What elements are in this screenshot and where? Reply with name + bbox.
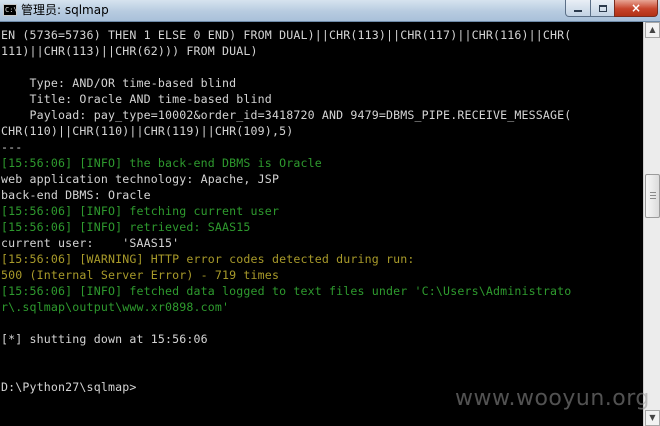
- console-line: back-end DBMS: Oracle: [1, 188, 151, 202]
- maximize-icon: [598, 4, 607, 12]
- console-line: Type: AND/OR time-based blind: [1, 76, 237, 90]
- console-line: [15:56:06] [INFO] retrieved: SAAS15: [1, 220, 251, 234]
- console-line: Payload: pay_type=10002&order_id=3418720…: [1, 108, 572, 122]
- window-title: 管理员: sqlmap: [21, 3, 109, 17]
- console-line: [15:56:06] [WARNING] HTTP error codes de…: [1, 252, 415, 266]
- console-line: [*] shutting down at 15:56:06: [1, 332, 208, 346]
- maximize-button[interactable]: [590, 0, 615, 17]
- grip-line: [650, 192, 656, 193]
- console-line: 111)||CHR(113)||CHR(62))) FROM DUAL): [1, 44, 258, 58]
- console-output[interactable]: EN (5736=5736) THEN 1 ELSE 0 END) FROM D…: [0, 27, 643, 426]
- console-line: EN (5736=5736) THEN 1 ELSE 0 END) FROM D…: [1, 28, 572, 42]
- console-line: Title: Oracle AND time-based blind: [1, 92, 272, 106]
- console-line: [15:56:06] [INFO] the back-end DBMS is O…: [1, 156, 322, 170]
- scroll-up-button[interactable]: ▲: [645, 22, 660, 38]
- arrow-down-icon: ▼: [649, 413, 656, 422]
- vertical-scrollbar[interactable]: ▲ ▼: [643, 22, 660, 426]
- scrollbar-thumb[interactable]: [645, 174, 660, 218]
- grip-line: [650, 198, 656, 199]
- cmd-icon[interactable]: C:\: [3, 4, 18, 16]
- console-line: web application technology: Apache, JSP: [1, 172, 280, 186]
- minimize-icon: [574, 10, 582, 12]
- scroll-down-button[interactable]: ▼: [645, 410, 660, 426]
- grip-line: [650, 195, 656, 196]
- console-line: 500 (Internal Server Error) - 719 times: [1, 268, 280, 282]
- arrow-up-icon: ▲: [649, 25, 656, 34]
- watermark-text: www.wooyun.org: [455, 386, 650, 411]
- console-line: [15:56:06] [INFO] fetching current user: [1, 204, 280, 218]
- window-titlebar[interactable]: C:\ 管理员: sqlmap ×: [0, 0, 660, 22]
- console-line: current user: 'SAAS15': [1, 236, 180, 250]
- console-line: r\.sqlmap\output\www.xr0898.com': [1, 300, 230, 314]
- console-line: [15:56:06] [INFO] fetched data logged to…: [1, 284, 572, 298]
- close-button[interactable]: ×: [614, 0, 658, 17]
- minimize-button[interactable]: [565, 0, 591, 17]
- close-icon: ×: [630, 1, 642, 15]
- console-line: ---: [1, 140, 23, 154]
- console-line: CHR(110)||CHR(110)||CHR(119)||CHR(109),5…: [1, 124, 294, 138]
